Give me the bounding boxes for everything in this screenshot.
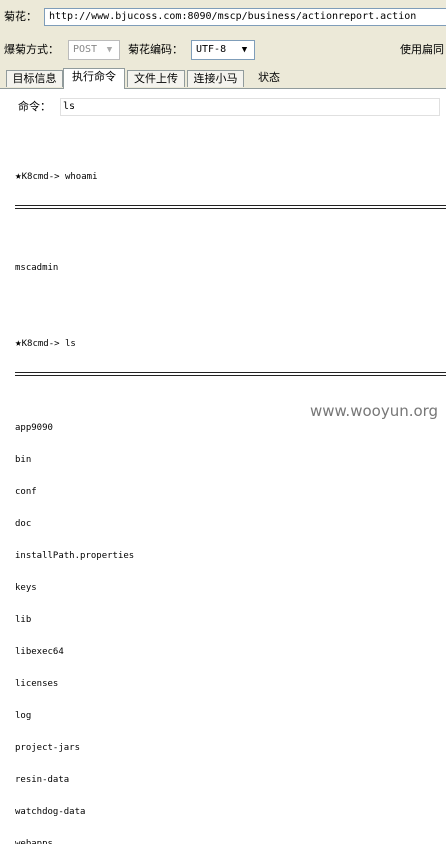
separator-line	[15, 372, 446, 376]
output-line: bin	[15, 455, 32, 465]
tab-status[interactable]: 状态	[252, 70, 286, 87]
chevron-down-icon: ▼	[106, 45, 113, 55]
hint-text: 使用扁同	[400, 43, 444, 56]
output-line: app9090	[15, 423, 53, 433]
tab-target-info[interactable]: 目标信息	[6, 70, 63, 87]
output-line: keys	[15, 583, 37, 593]
command-input[interactable]: ls	[60, 98, 440, 116]
command-label: 命令：	[18, 100, 51, 113]
url-row: 菊花： http://www.bjucoss.com:8090/mscp/bus…	[0, 8, 446, 26]
output-block: ★K8cmd-> ls app9090 bin conf doc install…	[15, 317, 446, 844]
output-line: project-jars	[15, 743, 81, 753]
output-line: libexec64	[15, 647, 64, 657]
toolbar: 菊花： http://www.bjucoss.com:8090/mscp/bus…	[0, 0, 446, 68]
command-output: ★K8cmd-> whoami mscadmin ★K8cmd-> ls app…	[15, 150, 446, 844]
encoding-label: 菊花编码：	[128, 43, 183, 56]
output-line: log	[15, 711, 32, 721]
prompt-text: K8cmd-> ls	[21, 339, 76, 349]
output-line: resin-data	[15, 775, 70, 785]
star-icon: ★	[15, 336, 22, 349]
output-line: watchdog-data	[15, 807, 86, 817]
watermark: www.wooyun.org	[310, 402, 439, 420]
options-row: 爆菊方式： POST ▼ 菊花编码： UTF-8 ▼ 使用扁同	[0, 40, 446, 60]
output-prompt: ★K8cmd-> whoami	[15, 169, 446, 183]
method-value: POST	[73, 44, 98, 55]
encoding-value: UTF-8	[196, 44, 227, 55]
separator-line	[15, 205, 446, 209]
method-select[interactable]: POST ▼	[68, 40, 120, 60]
output-line: installPath.properties	[15, 551, 135, 561]
output-line: webapps	[15, 839, 53, 844]
output-line: doc	[15, 519, 32, 529]
encoding-select[interactable]: UTF-8 ▼	[191, 40, 255, 60]
tab-bar: 目标信息 执行命令 文件上传 连接小马 状态	[0, 68, 446, 89]
output-line: lib	[15, 615, 32, 625]
star-icon: ★	[15, 169, 22, 182]
output-line: mscadmin	[15, 263, 59, 273]
url-label: 菊花：	[4, 10, 37, 23]
url-input[interactable]: http://www.bjucoss.com:8090/mscp/busines…	[44, 8, 446, 26]
tab-connect-shell[interactable]: 连接小马	[187, 70, 244, 87]
tab-execute-command[interactable]: 执行命令	[63, 68, 125, 89]
output-block: ★K8cmd-> whoami mscadmin	[15, 150, 446, 294]
tab-file-upload[interactable]: 文件上传	[127, 70, 185, 87]
chevron-down-icon: ▼	[241, 45, 248, 55]
output-line: conf	[15, 487, 37, 497]
output-prompt: ★K8cmd-> ls	[15, 336, 446, 350]
prompt-text: K8cmd-> whoami	[21, 172, 98, 182]
output-line: licenses	[15, 679, 59, 689]
method-label: 爆菊方式：	[4, 43, 59, 56]
